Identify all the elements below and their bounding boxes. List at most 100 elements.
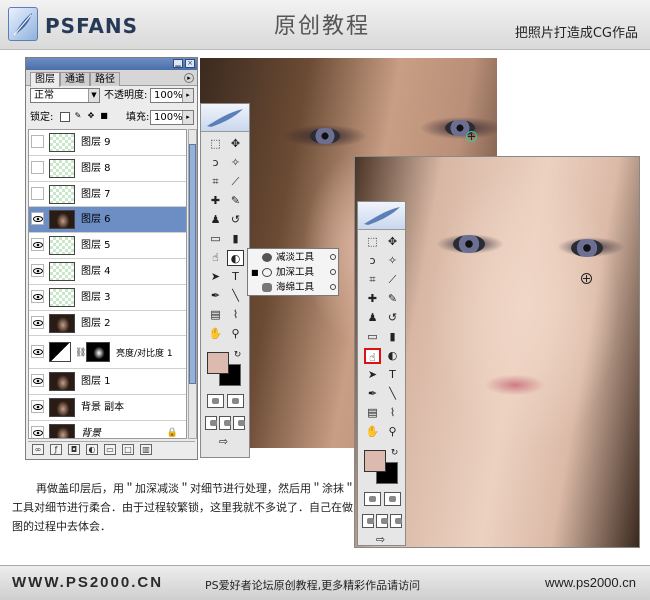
visibility-eye-icon[interactable]: [31, 160, 44, 174]
gradient-tool-icon[interactable]: ▮: [227, 231, 244, 247]
screen-mode-3-icon[interactable]: [233, 416, 245, 430]
blend-mode-select[interactable]: 正常 ▼: [30, 88, 100, 103]
dodge-tool-icon[interactable]: ◐: [384, 348, 401, 364]
clone-stamp-icon[interactable]: ♟: [207, 212, 224, 228]
tab-paths[interactable]: 路径: [90, 72, 120, 86]
flyout-item-dodge[interactable]: 减淡工具: [248, 250, 340, 265]
foreground-color-swatch[interactable]: [364, 450, 386, 472]
path-select-icon[interactable]: ➤: [207, 269, 224, 285]
flyout-item-burn[interactable]: ■ 加深工具: [248, 265, 340, 280]
clone-stamp-icon[interactable]: ♟: [364, 310, 381, 326]
new-layer-icon[interactable]: □: [122, 444, 134, 455]
tab-layers[interactable]: 图层: [30, 72, 60, 87]
path-select-icon[interactable]: ➤: [364, 367, 381, 383]
marquee-tool-icon[interactable]: ⬚: [364, 234, 381, 250]
layer-row[interactable]: 图层 2: [29, 310, 186, 337]
type-tool-icon[interactable]: T: [227, 269, 244, 285]
zoom-tool-icon[interactable]: ⚲: [384, 424, 401, 440]
brush-tool-icon[interactable]: ✎: [227, 193, 244, 209]
visibility-eye-icon[interactable]: [31, 238, 44, 252]
eyedropper-icon[interactable]: ⌇: [227, 307, 244, 323]
line-tool-icon[interactable]: ╲: [227, 288, 244, 304]
history-brush-icon[interactable]: ↺: [384, 310, 401, 326]
layer-row[interactable]: 图层 7: [29, 181, 186, 208]
visibility-eye-icon[interactable]: [31, 400, 44, 414]
close-icon[interactable]: ×: [185, 59, 195, 68]
panel-menu-icon[interactable]: ▸: [184, 73, 194, 83]
brush-tool-icon[interactable]: ✎: [384, 291, 401, 307]
gradient-tool-icon[interactable]: ▮: [384, 329, 401, 345]
visibility-eye-icon[interactable]: [31, 186, 44, 200]
layer-row[interactable]: 图层 3: [29, 284, 186, 311]
swap-colors-icon[interactable]: ↻: [229, 347, 246, 363]
eraser-tool-icon[interactable]: ▭: [207, 231, 224, 247]
visibility-eye-icon[interactable]: [31, 345, 44, 359]
layer-style-icon[interactable]: ƒ: [50, 444, 62, 455]
swap-colors-icon[interactable]: ↻: [386, 445, 403, 461]
lasso-tool-icon[interactable]: ↄ: [207, 155, 224, 171]
healing-brush-icon[interactable]: ✚: [207, 193, 224, 209]
footer-url-link[interactable]: www.ps2000.cn: [545, 575, 636, 590]
standard-mode-icon[interactable]: [207, 394, 224, 408]
screen-mode-2-icon[interactable]: [219, 416, 231, 430]
eyedropper-icon[interactable]: ⌇: [384, 405, 401, 421]
pen-tool-icon[interactable]: ✒: [364, 386, 381, 402]
layer-row[interactable]: 背景 副本: [29, 395, 186, 421]
adjustment-layer-icon[interactable]: ◐: [86, 444, 98, 455]
layer-mask-thumbnail[interactable]: [86, 342, 110, 363]
foreground-color-swatch[interactable]: [207, 352, 229, 374]
minimize-icon[interactable]: ▁: [173, 59, 183, 68]
layer-row[interactable]: 图层 4: [29, 258, 186, 285]
add-mask-icon[interactable]: ◘: [68, 444, 80, 455]
layer-row[interactable]: 图层 9: [29, 130, 186, 156]
fill-input[interactable]: 100% ▸: [150, 110, 194, 125]
layer-row[interactable]: 图层 1: [29, 369, 186, 396]
magic-wand-tool-icon[interactable]: ✧: [384, 253, 401, 269]
link-layers-icon[interactable]: ∞: [32, 444, 44, 455]
chain-link-icon[interactable]: ⛓: [75, 348, 86, 358]
quick-mask-icon[interactable]: [384, 492, 401, 506]
new-group-icon[interactable]: ▭: [104, 444, 116, 455]
healing-brush-icon[interactable]: ✚: [364, 291, 381, 307]
flyout-item-sponge[interactable]: 海绵工具: [248, 280, 340, 295]
hand-tool-icon[interactable]: ✋: [207, 326, 224, 342]
standard-mode-icon[interactable]: [364, 492, 381, 506]
lock-brush-icon[interactable]: ✎: [73, 112, 83, 122]
move-tool-icon[interactable]: ✥: [384, 234, 401, 250]
adjustment-layer-row[interactable]: ⛓ 亮度/对比度 1: [29, 336, 186, 370]
crop-tool-icon[interactable]: ⌗: [207, 174, 224, 190]
pen-tool-icon[interactable]: ✒: [207, 288, 224, 304]
zoom-tool-icon[interactable]: ⚲: [227, 326, 244, 342]
lock-move-icon[interactable]: ✥: [86, 112, 96, 122]
crop-tool-icon[interactable]: ⌗: [364, 272, 381, 288]
screen-mode-1-icon[interactable]: [205, 416, 217, 430]
lock-all-icon[interactable]: ■: [99, 112, 109, 122]
hand-tool-icon[interactable]: ✋: [364, 424, 381, 440]
notes-tool-icon[interactable]: ▤: [364, 405, 381, 421]
lock-transparency-icon[interactable]: [60, 112, 70, 122]
scrollbar-thumb[interactable]: [189, 144, 196, 384]
visibility-eye-icon[interactable]: [31, 135, 44, 148]
visibility-eye-icon[interactable]: [31, 289, 44, 303]
visibility-eye-icon[interactable]: [31, 263, 44, 277]
magic-wand-tool-icon[interactable]: ✧: [227, 155, 244, 171]
smudge-tool-icon[interactable]: ☝: [207, 250, 224, 266]
dodge-tool-icon[interactable]: ◐: [227, 250, 244, 266]
layer-row[interactable]: 图层 6: [29, 207, 186, 234]
layer-row[interactable]: 图层 8: [29, 155, 186, 182]
screen-mode-3-icon[interactable]: [390, 514, 402, 528]
screen-mode-2-icon[interactable]: [376, 514, 388, 528]
lasso-tool-icon[interactable]: ↄ: [364, 253, 381, 269]
layer-list-scrollbar[interactable]: [188, 129, 197, 439]
delete-layer-icon[interactable]: ▥: [140, 444, 152, 455]
type-tool-icon[interactable]: T: [384, 367, 401, 383]
visibility-eye-icon[interactable]: [31, 425, 44, 438]
panel-titlebar[interactable]: ▁ ×: [26, 58, 197, 70]
slice-tool-icon[interactable]: ⟋: [384, 272, 401, 288]
notes-tool-icon[interactable]: ▤: [207, 307, 224, 323]
eraser-tool-icon[interactable]: ▭: [364, 329, 381, 345]
opacity-input[interactable]: 100% ▸: [150, 88, 194, 103]
visibility-eye-icon[interactable]: [31, 315, 44, 329]
layer-row[interactable]: 背景 🔒: [29, 420, 186, 438]
history-brush-icon[interactable]: ↺: [227, 212, 244, 228]
